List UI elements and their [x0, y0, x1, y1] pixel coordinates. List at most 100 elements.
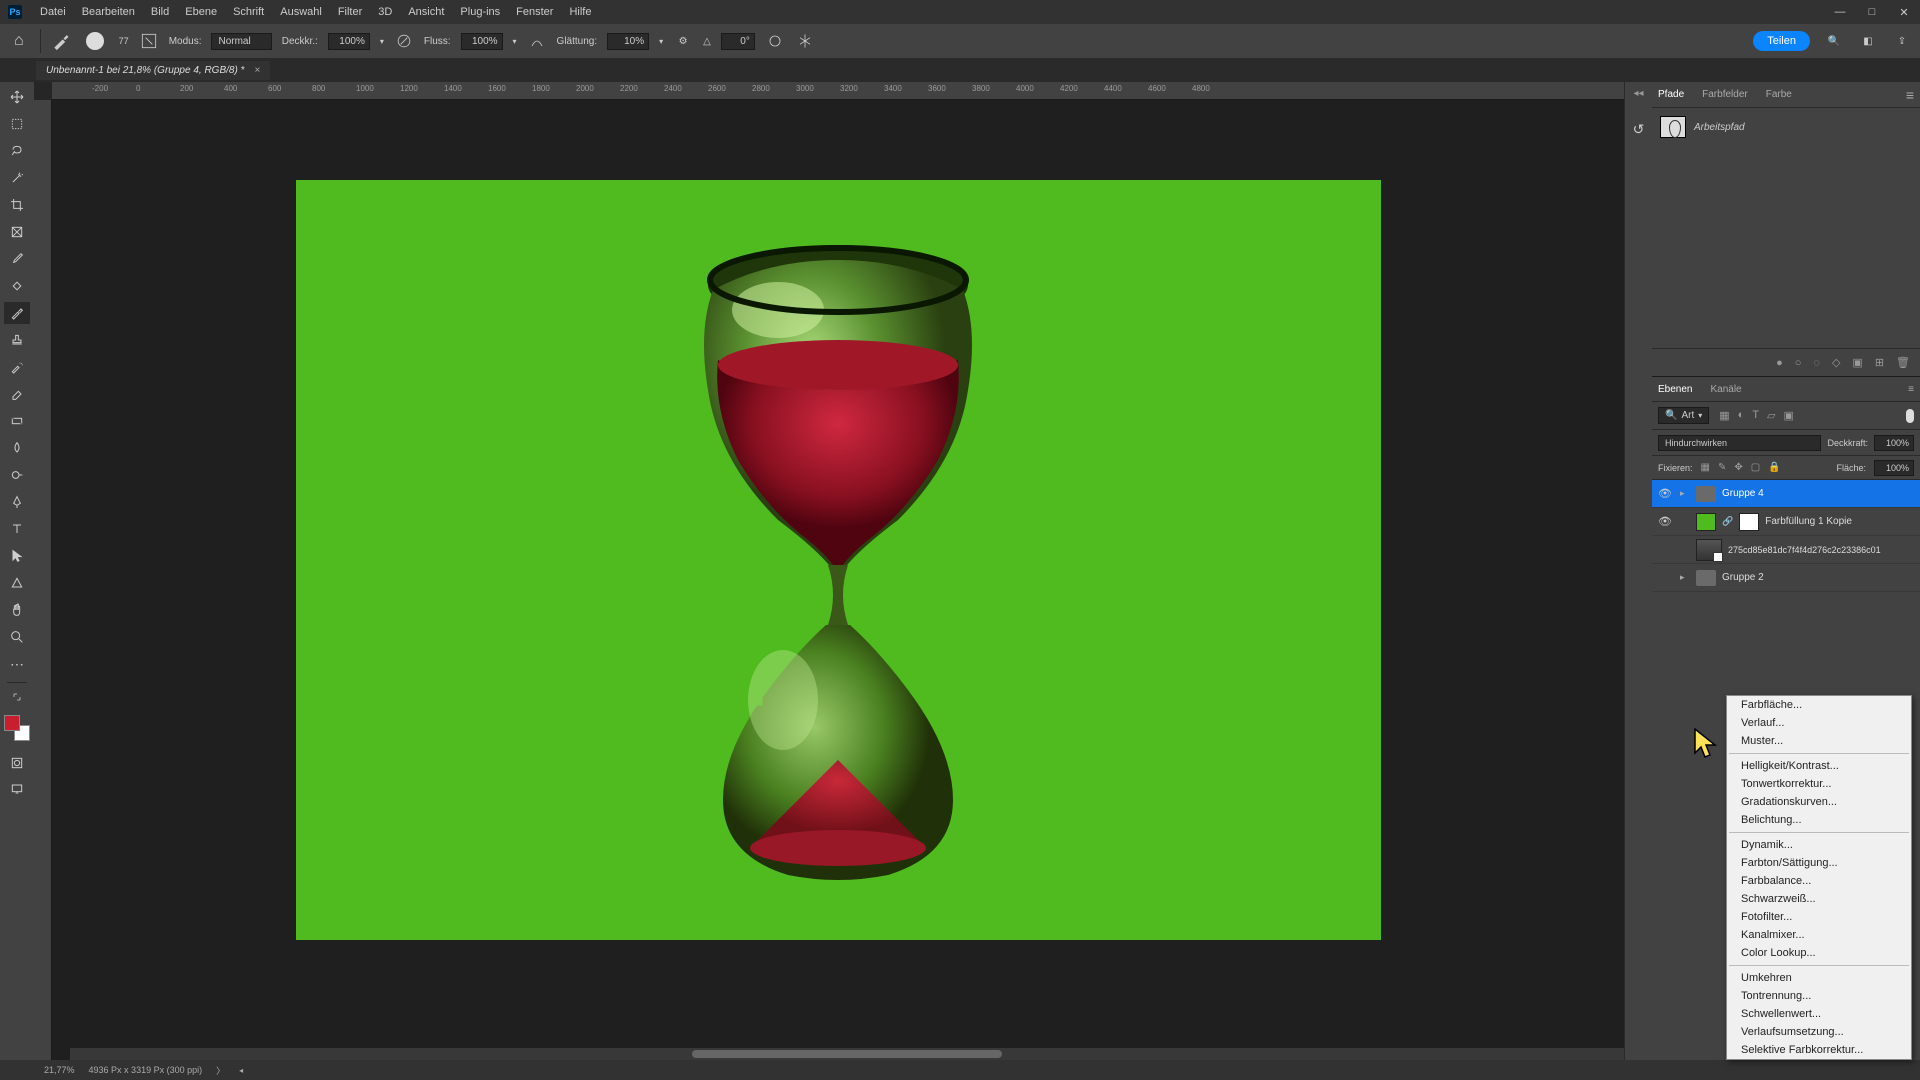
flow-input[interactable]: 100% — [461, 33, 503, 50]
fill-input-layers[interactable]: 100% — [1874, 460, 1914, 476]
visibility-icon[interactable]: 👁 — [1656, 487, 1674, 500]
zoom-tool[interactable] — [4, 626, 30, 648]
horizontal-ruler[interactable]: -200020040060080010001200140016001800200… — [52, 82, 1624, 100]
smoothing-options-icon[interactable]: ⚙ — [673, 31, 693, 51]
gradient-tool[interactable] — [4, 410, 30, 432]
wand-tool[interactable] — [4, 167, 30, 189]
menu-fenster[interactable]: Fenster — [508, 6, 561, 18]
menu-umkehren[interactable]: Umkehren — [1727, 969, 1911, 987]
minimize-button[interactable]: — — [1824, 0, 1856, 24]
paths-list[interactable]: Arbeitspfad — [1652, 108, 1920, 348]
menu-verlauf[interactable]: Verlauf... — [1727, 714, 1911, 732]
menu-filter[interactable]: Filter — [330, 6, 370, 18]
stroke-path-icon[interactable]: ○ — [1795, 357, 1802, 369]
menu-helligkeit[interactable]: Helligkeit/Kontrast... — [1727, 757, 1911, 775]
layer-row-farbfuellung[interactable]: 👁 🔗 Farbfüllung 1 Kopie — [1652, 508, 1920, 536]
horizontal-scrollbar[interactable] — [70, 1048, 1624, 1060]
maximize-button[interactable]: □ — [1856, 0, 1888, 24]
filter-pixel-icon[interactable]: ▦ — [1719, 409, 1729, 422]
expand-icon[interactable]: ▸ — [1680, 488, 1690, 499]
hand-tool[interactable] — [4, 599, 30, 621]
workspace-icon[interactable]: ◧ — [1858, 31, 1878, 51]
menu-schwellenwert[interactable]: Schwellenwert... — [1727, 1005, 1911, 1023]
pen-tool[interactable] — [4, 491, 30, 513]
brush-panel-toggle[interactable] — [139, 31, 159, 51]
link-icon[interactable]: 🔗 — [1722, 516, 1733, 527]
path-select-tool[interactable] — [4, 545, 30, 567]
layers-menu-icon[interactable]: ≡ — [1908, 384, 1914, 395]
menu-verlaufsumsetzung[interactable]: Verlaufsumsetzung... — [1727, 1023, 1911, 1041]
color-swatches[interactable] — [4, 715, 30, 741]
blend-mode-select-layers[interactable]: Hindurchwirken — [1658, 435, 1821, 451]
expand-icon[interactable]: ▸ — [1680, 572, 1690, 583]
canvas-viewport[interactable] — [52, 100, 1624, 1060]
menu-ebene[interactable]: Ebene — [177, 6, 225, 18]
crop-tool[interactable] — [4, 194, 30, 216]
export-icon[interactable]: ⇪ — [1892, 31, 1912, 51]
more-tools[interactable]: ⋯ — [4, 653, 30, 675]
history-brush-tool[interactable] — [4, 356, 30, 378]
lock-position-icon[interactable]: ✥ — [1734, 462, 1742, 473]
move-tool[interactable] — [4, 86, 30, 108]
menu-schrift[interactable]: Schrift — [225, 6, 272, 18]
filter-adjust-icon[interactable]: ◐ — [1738, 409, 1745, 422]
swap-colors-icon[interactable] — [4, 690, 30, 704]
opacity-input[interactable]: 100% — [328, 33, 370, 50]
filter-shape-icon[interactable]: ▱ — [1767, 409, 1775, 422]
tab-farbfelder[interactable]: Farbfelder — [1702, 89, 1748, 100]
filter-kind-select[interactable]: 🔍Art▾ — [1658, 407, 1709, 424]
dodge-tool[interactable] — [4, 464, 30, 486]
eraser-tool[interactable] — [4, 383, 30, 405]
healing-tool[interactable] — [4, 275, 30, 297]
selection-path-icon[interactable]: ◌ — [1813, 357, 1820, 369]
menu-colorlookup[interactable]: Color Lookup... — [1727, 944, 1911, 962]
close-tab-icon[interactable]: × — [254, 65, 260, 76]
foreground-color[interactable] — [4, 715, 20, 731]
home-icon[interactable]: ⌂ — [8, 32, 30, 50]
opacity-input-layers[interactable]: 100% — [1874, 435, 1914, 451]
menu-bild[interactable]: Bild — [143, 6, 177, 18]
brush-preview[interactable] — [81, 27, 109, 55]
fill-path-icon[interactable]: ● — [1776, 357, 1783, 369]
history-panel-icon[interactable]: ↺ — [1625, 99, 1652, 138]
dock-strip[interactable]: ◂◂ ↺ — [1624, 82, 1652, 1060]
lock-all-icon[interactable]: 🔒 — [1768, 462, 1780, 473]
brush-tool-icon[interactable] — [51, 31, 71, 51]
menu-gradation[interactable]: Gradationskurven... — [1727, 793, 1911, 811]
vertical-ruler[interactable] — [34, 100, 52, 1060]
airbrush-icon[interactable] — [527, 31, 547, 51]
filter-type-icon[interactable]: T — [1752, 409, 1759, 422]
menu-farbflaeche[interactable]: Farbfläche... — [1727, 696, 1911, 714]
status-chevron[interactable]: 〉 — [216, 1064, 225, 1077]
delete-path-icon[interactable]: 🗑 — [1896, 356, 1910, 369]
menu-tontrennung[interactable]: Tontrennung... — [1727, 987, 1911, 1005]
shape-tool[interactable] — [4, 572, 30, 594]
new-path-icon[interactable]: ⊞ — [1875, 356, 1884, 369]
visibility-icon[interactable]: 👁 — [1656, 515, 1674, 528]
menu-hilfe[interactable]: Hilfe — [561, 6, 599, 18]
type-tool[interactable] — [4, 518, 30, 540]
menu-bearbeiten[interactable]: Bearbeiten — [74, 6, 143, 18]
layer-row-gruppe2[interactable]: ▸ Gruppe 2 — [1652, 564, 1920, 592]
tab-farbe[interactable]: Farbe — [1766, 89, 1792, 100]
menu-schwarzweiss[interactable]: Schwarzweiß... — [1727, 890, 1911, 908]
quickmask-icon[interactable] — [4, 752, 30, 774]
pressure-opacity-icon[interactable] — [394, 31, 414, 51]
tab-pfade[interactable]: Pfade — [1658, 89, 1684, 100]
screenmode-icon[interactable] — [4, 778, 30, 800]
tab-ebenen[interactable]: Ebenen — [1658, 384, 1692, 395]
filter-smart-icon[interactable]: ▣ — [1784, 409, 1794, 422]
menu-farbbalance[interactable]: Farbbalance... — [1727, 872, 1911, 890]
search-icon[interactable]: 🔍 — [1824, 31, 1844, 51]
stamp-tool[interactable] — [4, 329, 30, 351]
menu-tonwert[interactable]: Tonwertkorrektur... — [1727, 775, 1911, 793]
menu-3d[interactable]: 3D — [370, 6, 400, 18]
lock-artboard-icon[interactable]: ▢ — [1751, 462, 1760, 473]
path-item[interactable]: Arbeitspfad — [1656, 112, 1916, 142]
frame-tool[interactable] — [4, 221, 30, 243]
menu-datei[interactable]: Datei — [32, 6, 74, 18]
path-to-shape-icon[interactable]: ◇ — [1832, 356, 1840, 369]
marquee-tool[interactable] — [4, 113, 30, 135]
menu-belichtung[interactable]: Belichtung... — [1727, 811, 1911, 829]
menu-selektive[interactable]: Selektive Farbkorrektur... — [1727, 1041, 1911, 1059]
